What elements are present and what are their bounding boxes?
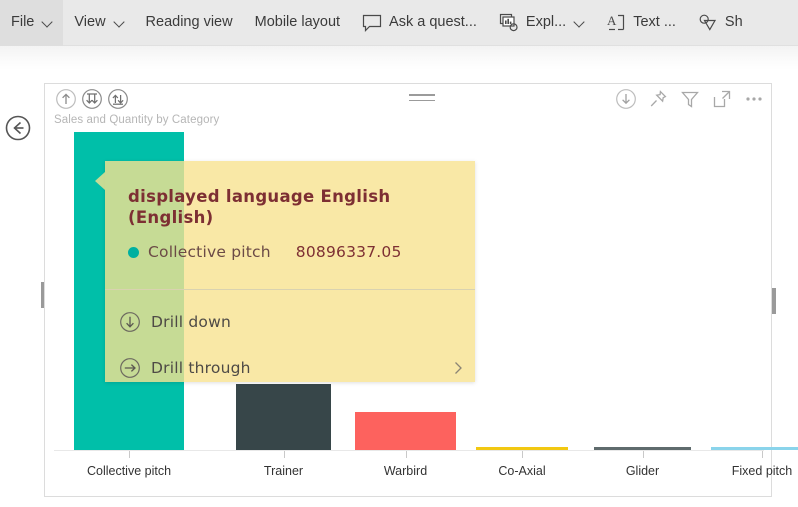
expand-all-icon[interactable]	[107, 88, 129, 110]
menu-view[interactable]: View	[63, 0, 134, 46]
drill-controls-group	[55, 88, 129, 110]
category-axis-line	[54, 450, 764, 451]
category-label: Collective pitch	[86, 464, 172, 478]
bar-glider[interactable]	[594, 447, 691, 450]
menu-file[interactable]: File	[0, 0, 64, 46]
drill-through-circle-icon	[120, 357, 140, 378]
back-arrow-icon[interactable]	[5, 115, 31, 141]
share-icon	[699, 14, 716, 31]
drill-mode-icon[interactable]	[615, 88, 637, 110]
power-bi-report-window: File View Reading view Mobile layout Ask…	[0, 0, 798, 507]
drill-up-icon[interactable]	[55, 88, 77, 110]
menu-explore[interactable]: Expl...	[488, 0, 595, 46]
tooltip-separator	[105, 289, 475, 290]
menu-text-box[interactable]: A Text ...	[595, 0, 687, 46]
explore-icon	[499, 13, 518, 31]
category-label: Glider	[625, 464, 660, 478]
bar-warbird[interactable]	[355, 412, 456, 450]
axis-tick	[522, 451, 523, 458]
menu-ask-a-question[interactable]: Ask a quest...	[351, 0, 488, 46]
menu-reading-view[interactable]: Reading view	[135, 0, 244, 46]
menu-mobile-layout-label: Mobile layout	[254, 14, 341, 31]
axis-tick	[283, 451, 285, 458]
tooltip-title: displayed language English (English)	[128, 187, 391, 228]
menu-text-box-label: Text ...	[633, 14, 676, 31]
bar-fixed-pitch[interactable]	[711, 447, 798, 450]
axis-tick	[762, 451, 763, 458]
category-label: Co-Axial	[498, 464, 546, 478]
pin-icon[interactable]	[647, 88, 669, 110]
tooltip-action-drill-through-label: Drill through	[151, 358, 251, 377]
toolbar-shadow	[0, 46, 798, 70]
focus-mode-icon[interactable]	[711, 88, 733, 110]
visual-header-actions	[615, 88, 765, 110]
visual-title: Sales and Quantity by Category	[54, 114, 220, 126]
chevron-down-icon	[43, 18, 52, 27]
axis-tick	[405, 451, 407, 458]
axis-tick	[642, 451, 644, 458]
menu-ask-a-question-label: Ask a quest...	[389, 14, 477, 31]
menu-explore-label: Expl...	[525, 14, 567, 31]
menu-share-label: Sh	[724, 14, 743, 31]
chevron-down-icon	[575, 18, 584, 27]
menu-share[interactable]: Sh	[687, 0, 754, 46]
tooltip-pointer-icon	[95, 172, 105, 190]
axis-tick	[129, 451, 130, 458]
tooltip-series-name: Collective pitch	[148, 243, 271, 261]
tooltip-series-value: 80896337.05	[295, 243, 402, 261]
menu-mobile-layout[interactable]: Mobile layout	[244, 0, 351, 46]
text-box-icon: A	[607, 13, 625, 30]
filter-icon[interactable]	[679, 88, 701, 110]
menu-view-label: View	[74, 14, 106, 31]
chevron-down-icon	[115, 18, 124, 27]
visual-menu-handle[interactable]	[409, 94, 435, 105]
chart-tooltip: displayed language English (English) Col…	[95, 161, 475, 382]
tooltip-action-drill-through[interactable]: Drill through	[119, 345, 475, 390]
drill-down-all-icon[interactable]	[81, 88, 103, 110]
series-color-dot-icon	[128, 246, 139, 258]
tooltip-action-drill-down[interactable]: Drill down	[119, 299, 475, 344]
menu-handle-line	[409, 94, 435, 96]
bar-co-axial[interactable]	[476, 447, 568, 450]
tooltip-series-row: Collective pitch 80896337.05	[128, 243, 402, 261]
visual-header	[45, 84, 773, 114]
drill-down-circle-icon	[120, 311, 140, 332]
category-label: Warbird	[383, 464, 428, 478]
category-label: Fixed pitch	[731, 464, 793, 478]
comment-icon	[362, 14, 382, 32]
menu-reading-view-label: Reading view	[145, 14, 233, 31]
menu-file-label: File	[11, 14, 35, 31]
category-label: Trainer	[263, 464, 304, 478]
bar-trainer[interactable]	[236, 384, 331, 450]
top-command-bar: File View Reading view Mobile layout Ask…	[0, 0, 798, 46]
svg-text:A: A	[607, 13, 617, 28]
chevron-right-icon	[455, 361, 462, 374]
tooltip-action-drill-down-label: Drill down	[151, 312, 231, 331]
menu-handle-line	[409, 99, 435, 102]
more-options-icon[interactable]	[743, 88, 765, 110]
